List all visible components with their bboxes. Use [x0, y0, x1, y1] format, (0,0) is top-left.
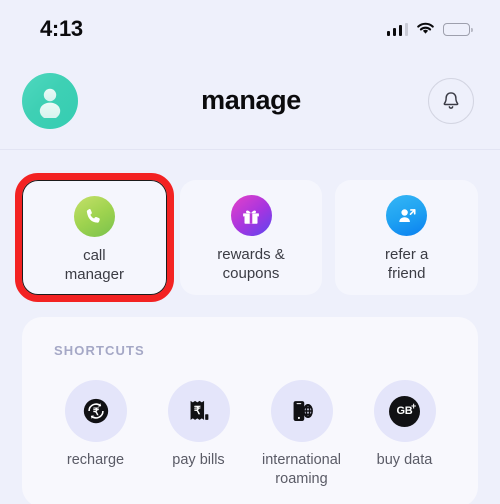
phone-globe-icon: [293, 401, 313, 421]
notification-button[interactable]: [428, 77, 474, 124]
action-cards-row: call manager rewards & coupons refer a f…: [0, 150, 500, 302]
shortcuts-title: SHORTCUTS: [54, 343, 145, 358]
shortcut-pay-bills[interactable]: ₹ pay bills: [147, 380, 250, 489]
refer-icon-circle: [386, 195, 428, 236]
wifi-icon: [416, 22, 435, 36]
shortcut-label: international roaming: [262, 451, 341, 489]
rupee-refresh-icon: ₹: [83, 398, 108, 424]
shortcut-recharge[interactable]: ₹ recharge: [44, 380, 147, 489]
app-screen: 4:13 manage call manager rewards & coupo…: [0, 0, 500, 504]
svg-text:₹: ₹: [92, 407, 99, 418]
shortcut-label: recharge: [66, 452, 125, 468]
card-label: rewards & coupons: [217, 245, 285, 283]
shortcut-label-line2: roaming: [275, 471, 328, 487]
card-label-line1: refer a: [385, 246, 429, 263]
gb-plus-icon: GB +: [389, 395, 420, 427]
page-header: manage: [0, 52, 500, 150]
gift-icon-circle: [230, 195, 272, 236]
card-label-line2: friend: [387, 265, 426, 282]
card-rewards-coupons[interactable]: rewards & coupons: [179, 180, 323, 295]
shortcut-international-roaming[interactable]: international roaming: [250, 380, 353, 489]
status-time: 4:13: [40, 16, 83, 41]
gift-icon: [243, 210, 259, 224]
page-title: manage: [201, 85, 301, 115]
card-label-line2: manager: [64, 266, 124, 283]
card-call-manager[interactable]: call manager: [15, 173, 174, 302]
recharge-icon-bubble: ₹: [64, 380, 127, 442]
gb-badge-sup: +: [410, 400, 416, 411]
pay-bills-icon-bubble: ₹: [167, 380, 230, 442]
signal-bars-icon: [386, 22, 408, 36]
card-label-line1: rewards &: [217, 246, 285, 263]
shortcuts-grid: ₹ recharge ₹ pay bills international roa…: [36, 380, 464, 489]
shortcut-buy-data[interactable]: GB + buy data: [353, 380, 456, 489]
person-share-icon: [398, 208, 416, 222]
shortcut-label-line1: international: [262, 452, 341, 468]
roaming-icon-bubble: [270, 380, 333, 442]
status-icons: [386, 22, 473, 36]
card-refer-friend[interactable]: refer a friend: [335, 180, 479, 295]
card-label-line1: call: [83, 247, 106, 264]
status-bar: 4:13: [0, 0, 500, 52]
shortcut-label: buy data: [376, 452, 433, 468]
buy-data-icon-bubble: GB +: [373, 380, 436, 442]
battery-icon: [443, 22, 473, 36]
svg-text:₹: ₹: [193, 405, 200, 417]
avatar[interactable]: [22, 72, 78, 129]
user-avatar-icon: [39, 88, 61, 118]
phone-icon-circle: [73, 196, 115, 237]
phone-icon: [87, 208, 101, 223]
card-label: call manager: [65, 246, 124, 284]
shortcuts-panel: SHORTCUTS ₹ recharge ₹ pay bills interna…: [22, 317, 478, 504]
bill-receipt-icon: ₹: [190, 400, 208, 420]
shortcut-label: pay bills: [172, 452, 225, 468]
card-label: refer a friend: [385, 245, 428, 283]
bell-icon: [443, 91, 459, 109]
card-label-line2: coupons: [222, 265, 280, 282]
